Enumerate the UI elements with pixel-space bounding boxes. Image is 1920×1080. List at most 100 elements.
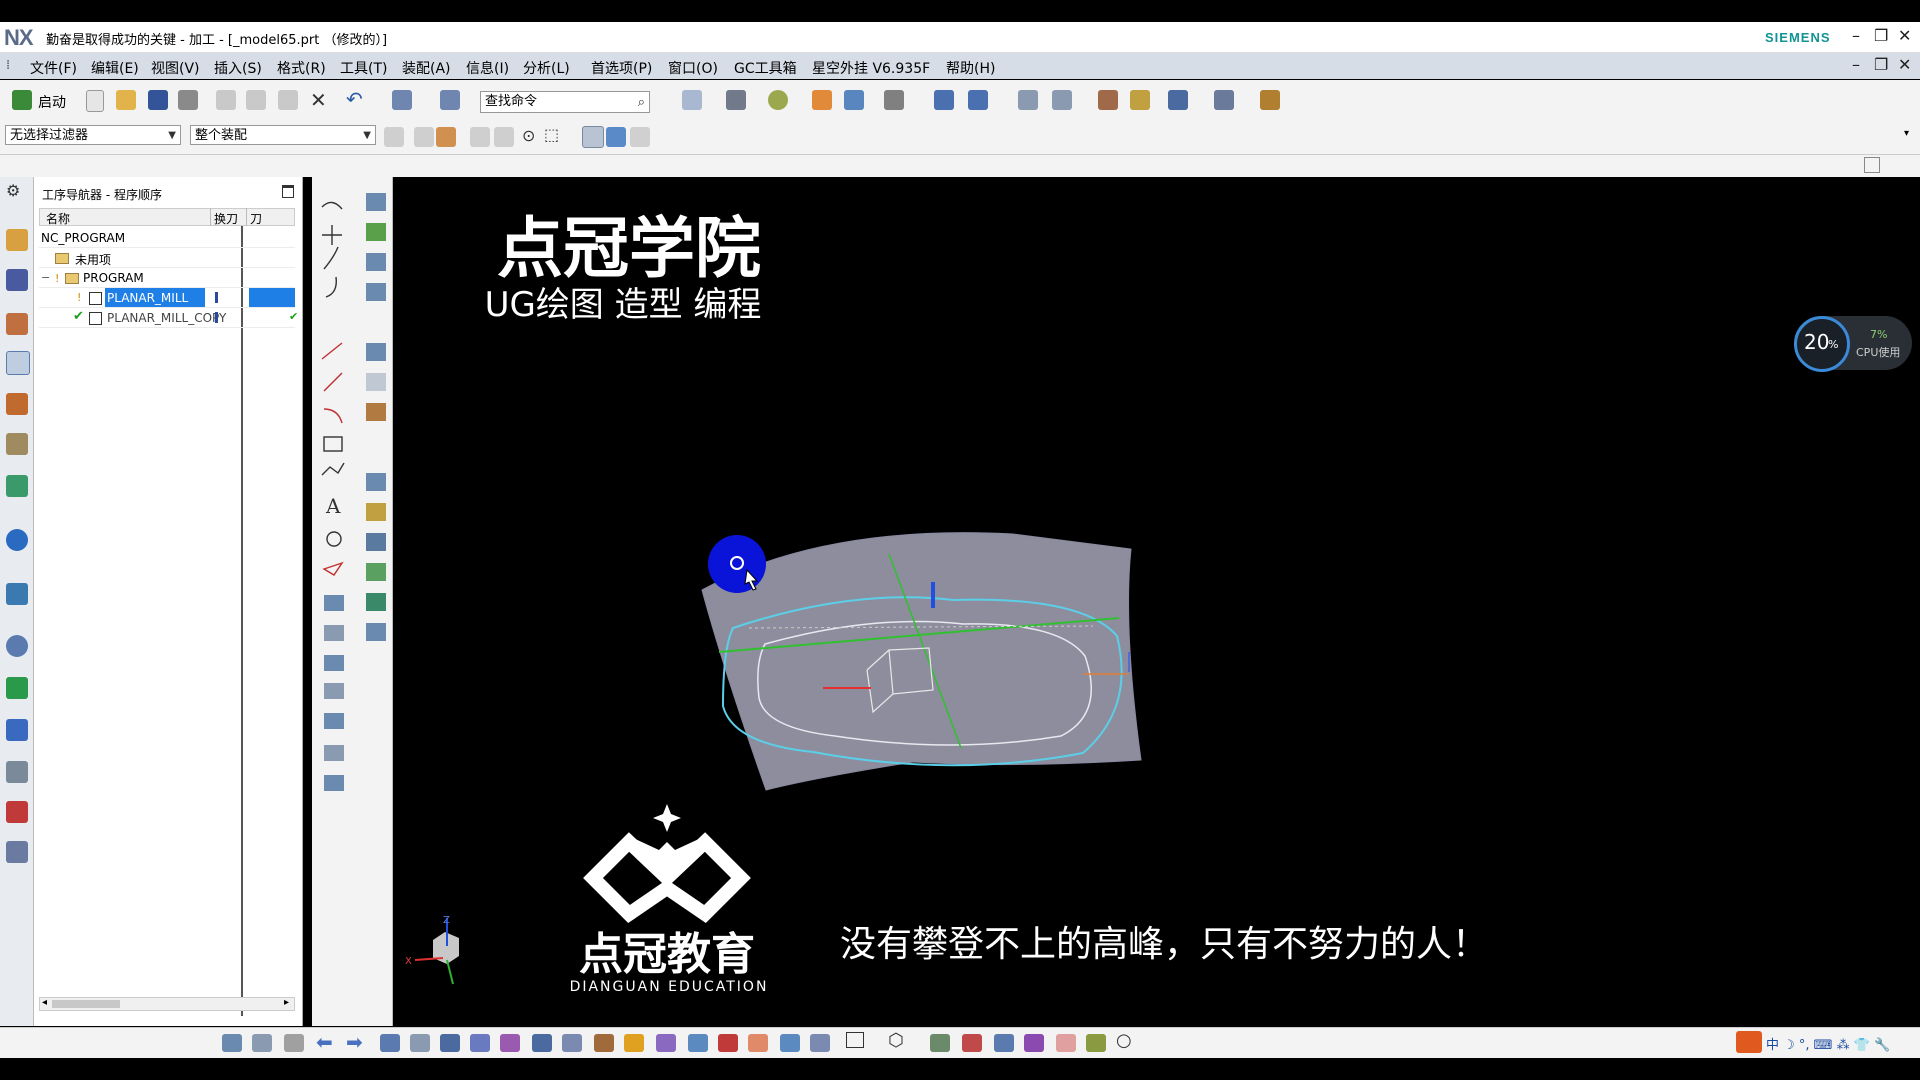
postprocess-icon[interactable]	[1168, 90, 1188, 110]
measure-distance-icon[interactable]	[1260, 90, 1280, 110]
view-triad-icon[interactable]	[582, 126, 604, 148]
repeat-command-icon[interactable]	[392, 90, 412, 110]
roles-icon[interactable]	[6, 719, 28, 741]
select-chain-icon[interactable]	[1024, 1034, 1044, 1052]
assembly-navigator-icon[interactable]	[6, 229, 28, 251]
snap-control-icon[interactable]	[594, 1034, 614, 1052]
generate-toolpath-icon[interactable]	[1098, 90, 1118, 110]
tree-row-planar-mill[interactable]: ! PLANAR_MILL	[39, 288, 295, 308]
delete-icon[interactable]: ✕	[310, 88, 327, 112]
select-all-icon[interactable]	[414, 127, 434, 147]
tree-row-program[interactable]: − ! PROGRAM	[39, 268, 295, 288]
snap-surface-icon[interactable]	[780, 1034, 800, 1052]
graphics-viewport[interactable]: 点冠学院 UG绘图 造型 编程 点冠教育 DIANGUAN EDUCATION	[393, 178, 1920, 1026]
select-list-icon[interactable]	[284, 1034, 304, 1052]
shaded-sphere-icon[interactable]	[768, 90, 788, 110]
menu-preferences[interactable]: 首选项(P)	[591, 58, 652, 78]
menu-tools[interactable]: 工具(T)	[340, 58, 387, 78]
open-folder-icon[interactable]	[116, 90, 136, 110]
menu-assembly[interactable]: 装配(A)	[402, 58, 451, 78]
select-region-icon[interactable]	[1056, 1034, 1076, 1052]
snap-arc-icon[interactable]	[718, 1034, 738, 1052]
snap-options-icon[interactable]	[436, 127, 456, 147]
machined-surface[interactable]	[701, 532, 1142, 791]
paste-icon[interactable]	[278, 90, 298, 110]
start-button[interactable]: 启动	[38, 92, 66, 112]
point-snap-icon[interactable]	[470, 127, 490, 147]
process-studio-icon[interactable]	[6, 677, 28, 699]
select-feature-icon[interactable]	[222, 1034, 242, 1052]
lasso-select-icon[interactable]	[930, 1034, 950, 1052]
fit-view-icon[interactable]	[682, 90, 702, 110]
snap-curve-icon[interactable]	[748, 1034, 768, 1052]
menu-gc-toolbox[interactable]: GC工具箱	[734, 58, 797, 78]
gear-icon[interactable]: ⚙	[6, 181, 20, 200]
scroll-left-icon[interactable]: ◂	[42, 997, 47, 1008]
snap-grid-icon[interactable]	[810, 1034, 830, 1052]
midpoint-snap-icon[interactable]	[494, 127, 514, 147]
copy-icon[interactable]	[246, 90, 266, 110]
menu-xingkong-plugin[interactable]: 星空外挂 V6.935F	[812, 58, 930, 78]
clock-icon[interactable]	[6, 635, 28, 657]
rectangle-select-icon[interactable]: ⬚	[544, 125, 559, 144]
history-icon[interactable]	[6, 583, 28, 605]
polygon-select-icon[interactable]: ⬡	[888, 1030, 904, 1051]
roles-list-icon[interactable]	[6, 841, 28, 863]
touch-mode-icon[interactable]	[440, 90, 460, 110]
tree-row-unused[interactable]: 未用项	[39, 248, 295, 268]
snap-intersection-icon[interactable]	[532, 1034, 552, 1052]
doc-close-button[interactable]: ✕	[1898, 55, 1911, 74]
operation-navigator-icon[interactable]	[6, 351, 30, 375]
menu-window[interactable]: 窗口(O)	[668, 58, 718, 78]
undo-icon[interactable]: ↶	[346, 87, 363, 111]
machine-tool-navigator-icon[interactable]	[6, 393, 28, 415]
snap-point-icon[interactable]	[1052, 90, 1072, 110]
snap-bounded-icon[interactable]	[624, 1034, 644, 1052]
menu-help[interactable]: 帮助(H)	[946, 58, 995, 78]
system-scenes-icon[interactable]	[6, 761, 28, 783]
snap-mid-icon[interactable]	[410, 1034, 430, 1052]
brush-select-icon[interactable]	[1086, 1034, 1106, 1052]
scroll-right-icon[interactable]: ▸	[284, 997, 289, 1008]
arrow-right-icon[interactable]: ➡	[346, 1030, 363, 1054]
fullscreen-icon[interactable]	[1864, 157, 1880, 173]
assembly-scope-dropdown[interactable]: 整个装配 ▼	[190, 125, 376, 145]
column-name[interactable]: 名称	[46, 210, 70, 227]
select-grid-icon[interactable]	[962, 1034, 982, 1052]
center-snap-icon[interactable]: ⊙	[522, 126, 535, 145]
new-file-icon[interactable]	[86, 90, 104, 112]
menu-edit[interactable]: 编辑(E)	[91, 58, 139, 78]
part-navigator-icon[interactable]	[6, 313, 28, 335]
command-finder-input[interactable]: 查找命令 ⌕	[480, 91, 650, 113]
close-button[interactable]: ✕	[1898, 26, 1911, 45]
orient-view-icon[interactable]	[812, 90, 832, 110]
menu-format[interactable]: 格式(R)	[277, 58, 326, 78]
view-cube-icon[interactable]	[844, 90, 864, 110]
menu-insert[interactable]: 插入(S)	[214, 58, 262, 78]
column-toolchange[interactable]: 换刀	[214, 210, 238, 227]
snap-end-icon[interactable]	[380, 1034, 400, 1052]
web-browser-icon[interactable]	[6, 529, 28, 551]
reuse-library-icon[interactable]	[6, 433, 28, 455]
save-icon[interactable]	[148, 90, 168, 110]
constraint-navigator-icon[interactable]	[6, 269, 28, 291]
ime-logo-icon[interactable]	[1736, 1031, 1762, 1053]
verify-toolpath-icon[interactable]	[1130, 90, 1150, 110]
minimize-button[interactable]: –	[1852, 26, 1860, 45]
toolbar-options-icon[interactable]: ▾	[1904, 128, 1909, 139]
select-point-icon[interactable]	[252, 1034, 272, 1052]
column-tool[interactable]: 刀	[250, 210, 262, 227]
solid-body-icon[interactable]	[606, 127, 626, 147]
selection-filter-dropdown[interactable]: 无选择过滤器 ▼	[5, 125, 181, 145]
horizontal-scrollbar[interactable]: ◂ ▸	[39, 997, 295, 1011]
tree-row-nc-program[interactable]: NC_PROGRAM	[39, 228, 295, 248]
plane-icon[interactable]	[630, 127, 650, 147]
select-edge-icon[interactable]	[1214, 90, 1234, 110]
doc-restore-button[interactable]: ❐	[1874, 55, 1888, 74]
tree-row-planar-mill-copy[interactable]: ✔ PLANAR_MILL_COPY ✔	[39, 308, 298, 328]
print-icon[interactable]	[178, 90, 198, 110]
snap-face-icon[interactable]	[562, 1034, 582, 1052]
snap-center-icon[interactable]	[440, 1034, 460, 1052]
background-icon[interactable]	[884, 90, 904, 110]
snap-pole-icon[interactable]	[688, 1034, 708, 1052]
